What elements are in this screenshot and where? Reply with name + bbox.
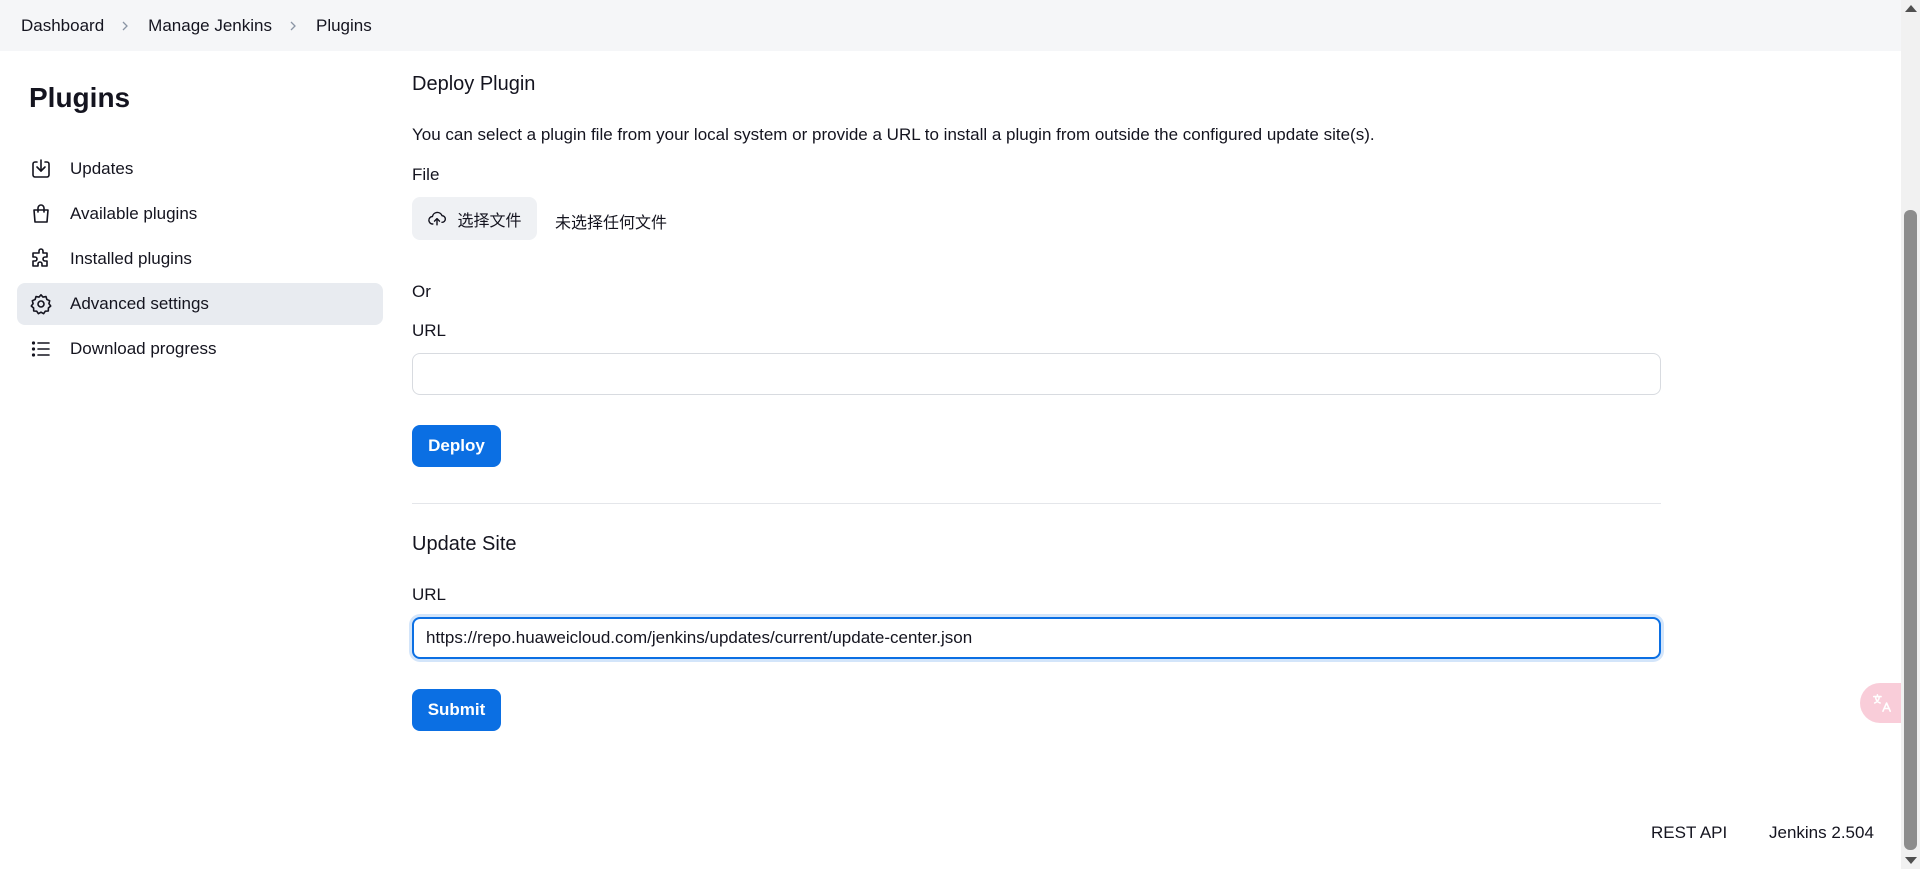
chevron-right-icon: [120, 21, 130, 31]
translate-button[interactable]: [1860, 683, 1904, 723]
scroll-up-arrow-icon[interactable]: [1905, 5, 1917, 12]
choose-file-button[interactable]: 选择文件: [412, 197, 537, 240]
file-label: File: [412, 165, 440, 184]
sidebar-item-label: Updates: [70, 159, 134, 178]
no-file-selected-text: 未选择任何文件: [555, 215, 668, 232]
scrollbar-thumb[interactable]: [1904, 210, 1917, 850]
breadcrumb-plugins[interactable]: Plugins: [316, 16, 372, 36]
sidebar-nav: Updates Available plugins Installed plug…: [17, 148, 383, 373]
sidebar-item-available-plugins[interactable]: Available plugins: [17, 193, 383, 235]
deploy-button[interactable]: Deploy: [412, 425, 501, 467]
deploy-url-label: URL: [412, 321, 447, 340]
sidebar-item-installed-plugins[interactable]: Installed plugins: [17, 238, 383, 280]
sidebar-item-download-progress[interactable]: Download progress: [17, 328, 383, 370]
shopping-bag-icon: [29, 202, 53, 226]
rest-api-link[interactable]: REST API: [1651, 823, 1727, 843]
sidebar-item-updates[interactable]: Updates: [17, 148, 383, 190]
list-icon: [29, 337, 53, 361]
puzzle-icon: [29, 247, 53, 271]
deploy-url-input[interactable]: [412, 353, 1661, 395]
sidebar-item-label: Advanced settings: [70, 294, 209, 313]
sidebar-item-label: Installed plugins: [70, 249, 192, 268]
deploy-plugin-title: Deploy Plugin: [412, 73, 536, 95]
deploy-description: You can select a plugin file from your l…: [412, 125, 1375, 144]
breadcrumb: Dashboard Manage Jenkins Plugins: [0, 0, 1901, 51]
update-site-title: Update Site: [412, 533, 517, 555]
scroll-down-arrow-icon[interactable]: [1905, 857, 1917, 864]
breadcrumb-manage-jenkins[interactable]: Manage Jenkins: [148, 16, 272, 36]
choose-file-label: 选择文件: [457, 212, 522, 230]
sidebar-item-label: Download progress: [70, 339, 217, 358]
section-divider: [412, 503, 1661, 504]
sidebar-title: Plugins: [29, 82, 131, 113]
sidebar-item-advanced-settings[interactable]: Advanced settings: [17, 283, 383, 325]
gear-icon: [29, 292, 53, 316]
submit-button[interactable]: Submit: [412, 689, 501, 731]
translate-icon: [1871, 692, 1893, 714]
vertical-scrollbar[interactable]: [1901, 0, 1920, 869]
chevron-right-icon: [288, 21, 298, 31]
or-label: Or: [412, 282, 431, 301]
update-site-url-label: URL: [412, 585, 447, 604]
cloud-upload-icon: [427, 209, 447, 229]
download-icon: [29, 157, 53, 181]
update-site-url-input[interactable]: [412, 617, 1661, 659]
sidebar-item-label: Available plugins: [70, 204, 198, 223]
jenkins-version-link[interactable]: Jenkins 2.504: [1769, 823, 1874, 843]
breadcrumb-dashboard[interactable]: Dashboard: [21, 16, 104, 36]
